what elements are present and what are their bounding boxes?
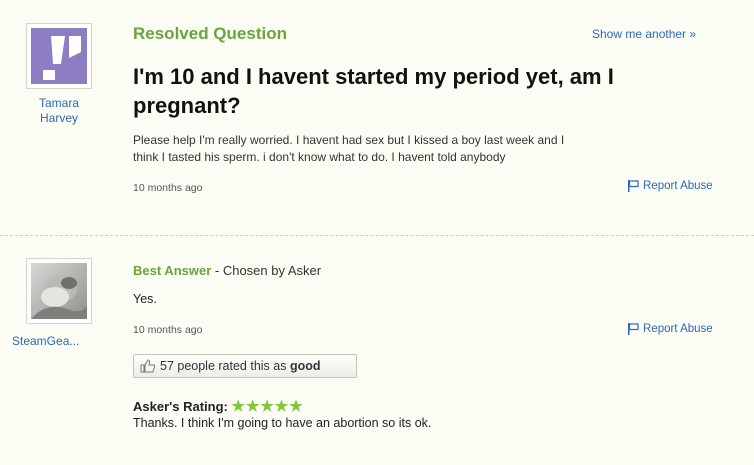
asker-comment: Thanks. I think I'm going to have an abo… — [133, 416, 432, 430]
answerer-name[interactable]: SteamGea... — [12, 334, 79, 349]
resolved-question-heading: Resolved Question — [133, 24, 287, 43]
question-timestamp: 10 months ago — [133, 182, 203, 194]
thumbs-up-icon — [140, 359, 156, 373]
best-answer-label: Best Answer — [133, 263, 212, 278]
answerer-photo — [31, 263, 87, 319]
question-title: I'm 10 and I havent started my period ye… — [133, 62, 733, 120]
chosen-by-label: - Chosen by Asker — [211, 263, 322, 278]
star-icon: ★★★★★ — [231, 398, 304, 415]
asker-avatar[interactable] — [26, 23, 92, 89]
rating-count: 57 — [160, 359, 174, 373]
askers-rating-label: Asker's Rating: — [133, 399, 228, 414]
flag-icon — [628, 180, 639, 192]
answer-report-abuse-link[interactable]: Report Abuse — [628, 323, 713, 335]
answerer-avatar[interactable] — [26, 258, 92, 324]
asker-name[interactable]: Tamara Harvey — [24, 96, 94, 126]
question-body: Please help I'm really worried. I havent… — [133, 132, 733, 166]
rate-good-button[interactable]: 57 people rated this as good — [133, 354, 357, 378]
answer-timestamp: 10 months ago — [133, 324, 203, 336]
question-report-abuse-link[interactable]: Report Abuse — [628, 180, 713, 192]
question-title-line2: pregnant? — [133, 93, 241, 118]
section-divider — [0, 235, 754, 236]
show-another-link[interactable]: Show me another » — [592, 27, 696, 41]
answer-report-abuse-label[interactable]: Report Abuse — [643, 323, 713, 335]
flag-icon — [628, 323, 639, 335]
question-body-line1: Please help I'm really worried. I havent… — [133, 133, 565, 147]
question-title-line1: I'm 10 and I havent started my period ye… — [133, 64, 614, 89]
question-report-abuse-label[interactable]: Report Abuse — [643, 180, 713, 192]
askers-rating: Asker's Rating: ★★★★★ — [133, 397, 304, 415]
question-body-line2: think I tasted his sperm. i don't know w… — [133, 150, 506, 164]
rating-text[interactable]: 57 people rated this as good — [160, 359, 321, 373]
asker-last-name[interactable]: Harvey — [24, 111, 94, 126]
answer-text: Yes. — [133, 292, 157, 306]
asker-first-name[interactable]: Tamara — [24, 96, 94, 111]
default-avatar-icon — [31, 28, 87, 84]
rating-good-label: good — [289, 359, 321, 373]
rating-text-prefix: people rated this as — [173, 359, 290, 373]
best-answer-heading: Best Answer - Chosen by Asker — [133, 263, 321, 278]
